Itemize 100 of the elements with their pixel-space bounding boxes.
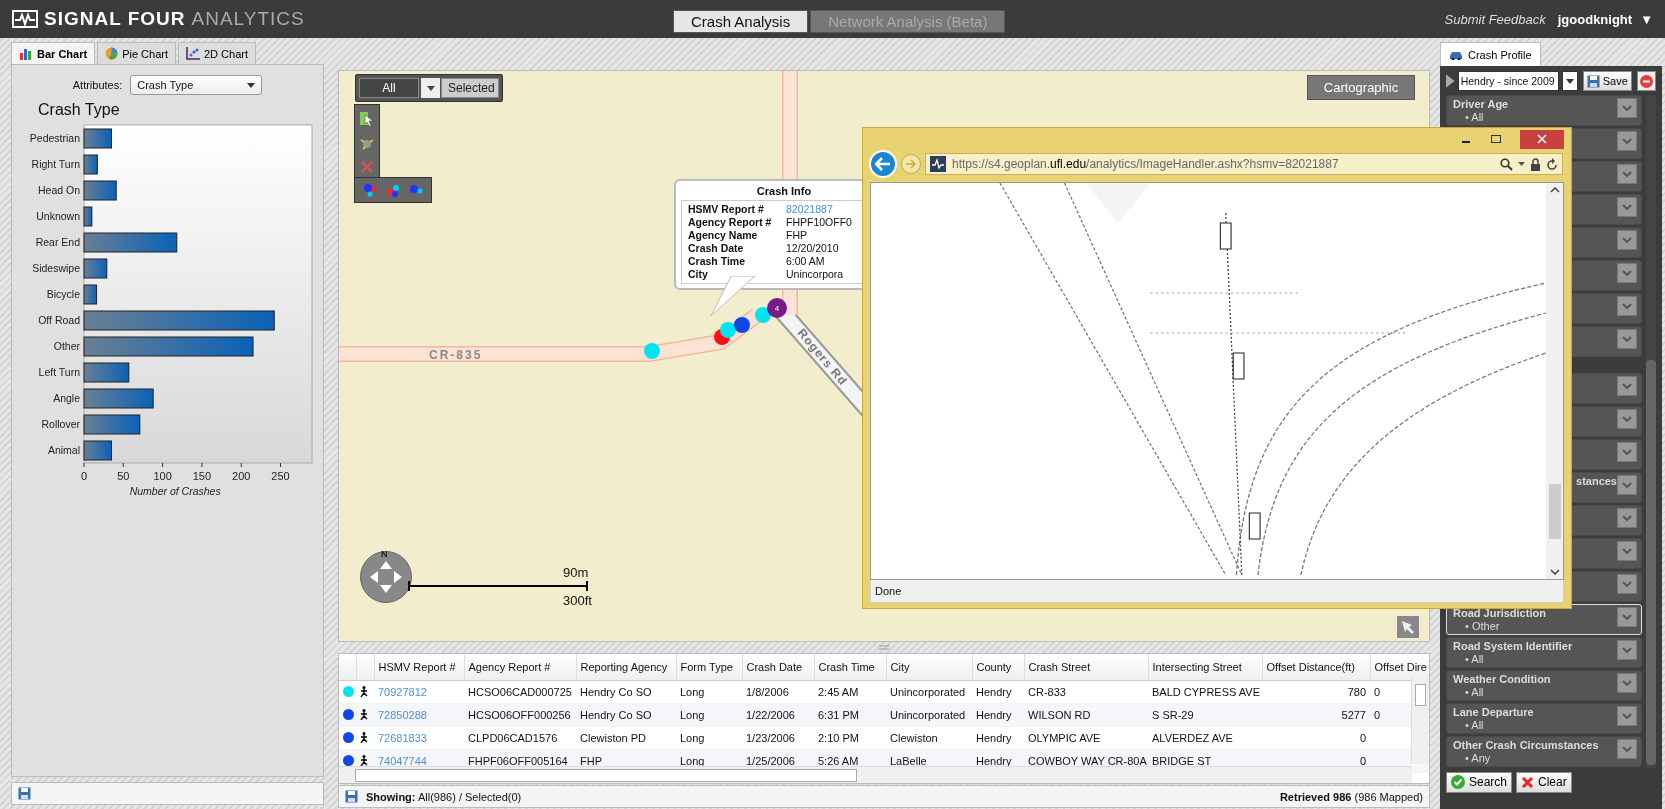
- pan-control[interactable]: N: [360, 551, 412, 603]
- dropdown-button[interactable]: [1562, 71, 1578, 91]
- table-cell: 1/23/2006: [746, 732, 795, 744]
- scroll-thumb[interactable]: [1646, 360, 1656, 765]
- column-header[interactable]: Offset Dire: [1370, 654, 1429, 681]
- horizontal-scrollbar[interactable]: [339, 766, 1412, 783]
- clear-button[interactable]: Clear: [1516, 771, 1572, 793]
- bar: [83, 414, 141, 435]
- column-header[interactable]: Reporting Agency: [576, 654, 676, 681]
- filter-item[interactable]: Other Crash Circumstances • Any: [1446, 736, 1642, 767]
- tick-label: 0: [80, 470, 88, 482]
- vertical-scrollbar[interactable]: [1546, 183, 1563, 579]
- filter-item[interactable]: Lane Departure • All: [1446, 703, 1642, 734]
- vertical-scrollbar[interactable]: [1411, 676, 1429, 764]
- clear-icon[interactable]: [361, 161, 373, 173]
- splitter-handle[interactable]: [879, 645, 889, 650]
- chevron-icon: [1622, 303, 1632, 309]
- table-cell: 0: [1359, 755, 1366, 767]
- field-label: Crash Date: [688, 242, 745, 255]
- column-header[interactable]: Form Type: [676, 654, 742, 681]
- profile-tab[interactable]: Crash Profile: [1440, 42, 1541, 66]
- filter-item[interactable]: Driver Age • All: [1446, 95, 1642, 126]
- scroll-down-icon[interactable]: [1549, 569, 1560, 575]
- table-cell: WILSON RD: [1028, 709, 1091, 721]
- close-icon: [1537, 134, 1547, 144]
- chevron-icon: [1622, 416, 1632, 422]
- chart-tab[interactable]: 2D Chart: [178, 42, 256, 64]
- filter-item[interactable]: Weather Condition • All: [1446, 670, 1642, 701]
- filter-item[interactable]: Road System Identifier • All: [1446, 637, 1642, 668]
- save-icon[interactable]: [18, 787, 31, 800]
- category-label: Rear End: [35, 236, 80, 248]
- search-button[interactable]: Search: [1446, 771, 1513, 793]
- field-label: HSMV Report #: [688, 203, 765, 216]
- address-field[interactable]: https://s4.geoplan.ufl.edu/analytics/ImageHandler.ashx?hsmv=82021887: [925, 153, 1563, 175]
- user-name[interactable]: jgoodknight: [1557, 11, 1633, 27]
- column-header[interactable]: County: [972, 654, 1024, 681]
- table-cell: CR-833: [1028, 686, 1066, 698]
- crash-marker[interactable]: 4: [767, 298, 787, 318]
- attribute-select[interactable]: Crash Type: [130, 75, 263, 95]
- feedback-link[interactable]: Submit Feedback: [1444, 11, 1546, 27]
- scroll-thumb[interactable]: [355, 769, 857, 782]
- dropdown-button[interactable]: [421, 78, 440, 98]
- column-header[interactable]: Crash Time: [814, 654, 886, 681]
- column-header[interactable]: Intersecting Street: [1148, 654, 1262, 681]
- category-label: Unknown: [36, 210, 80, 222]
- crash-marker[interactable]: [755, 307, 771, 323]
- column-header[interactable]: HSMV Report #: [374, 654, 464, 681]
- column-header[interactable]: Offset Distance(ft): [1262, 654, 1370, 681]
- crash-marker[interactable]: [644, 343, 660, 359]
- table-cell: Long: [680, 709, 705, 721]
- vertical-scrollbar[interactable]: [1646, 95, 1656, 768]
- table-cell: BALD CYPRESS AVE: [1152, 686, 1260, 698]
- report-link[interactable]: 70927812: [378, 686, 427, 698]
- nav-tab[interactable]: Crash Analysis: [673, 10, 809, 33]
- crash-marker[interactable]: [734, 317, 750, 333]
- bar: [83, 128, 112, 149]
- bar: [83, 180, 117, 201]
- scatter-chart-icon: [186, 47, 200, 60]
- table-cell: ALVERDEZ AVE: [1152, 732, 1233, 744]
- chart-tab[interactable]: Bar Chart: [11, 42, 96, 64]
- crash-type-icon: [360, 731, 368, 743]
- column-header[interactable]: Agency Report #: [464, 654, 576, 681]
- axis-title: Number of Crashes: [129, 485, 221, 497]
- delete-button[interactable]: [1636, 71, 1656, 91]
- maximize-icon[interactable]: [1490, 133, 1502, 145]
- arrow-left-icon: [875, 157, 891, 171]
- column-header[interactable]: Crash Street: [1024, 654, 1148, 681]
- zoom-select-icon[interactable]: [360, 137, 374, 151]
- scroll-thumb[interactable]: [1548, 483, 1561, 539]
- select-icon[interactable]: [360, 111, 374, 127]
- close-button[interactable]: [1520, 129, 1564, 149]
- report-link[interactable]: 82021887: [786, 203, 833, 216]
- cluster-icon[interactable]: [386, 183, 400, 197]
- cluster-icon[interactable]: [363, 183, 377, 197]
- save-button[interactable]: Save: [1582, 71, 1632, 91]
- crash-type-icon: [360, 685, 368, 697]
- filter-value: • All: [1464, 653, 1485, 666]
- back-button[interactable]: [869, 150, 897, 178]
- caret-icon[interactable]: ▼: [1640, 11, 1653, 27]
- caret-icon[interactable]: [1518, 162, 1525, 166]
- toggle-option[interactable]: All: [359, 78, 419, 98]
- table-cell: 0: [1359, 732, 1366, 744]
- chart-title: Crash Type: [38, 101, 121, 119]
- report-link[interactable]: 72681833: [378, 732, 427, 744]
- column-header[interactable]: Crash Date: [742, 654, 814, 681]
- forward-button[interactable]: [901, 154, 921, 174]
- arrow-right-icon: [905, 159, 917, 169]
- scroll-thumb[interactable]: [1415, 684, 1426, 706]
- refresh-icon[interactable]: [1546, 157, 1558, 171]
- profile-select[interactable]: Hendry - since 2009: [1457, 71, 1560, 91]
- column-header[interactable]: City: [886, 654, 972, 681]
- play-icon[interactable]: [1446, 74, 1455, 88]
- toggle-option[interactable]: Selected: [441, 78, 499, 98]
- field-value: 12/20/2010: [786, 242, 839, 255]
- cartographic-button[interactable]: Cartographic: [1307, 75, 1415, 100]
- search-icon[interactable]: [1500, 157, 1513, 171]
- scroll-up-icon[interactable]: [1549, 187, 1560, 193]
- crash-marker[interactable]: [720, 322, 736, 338]
- save-icon[interactable]: [345, 790, 358, 803]
- chart-tab[interactable]: Pie Chart: [97, 42, 176, 64]
